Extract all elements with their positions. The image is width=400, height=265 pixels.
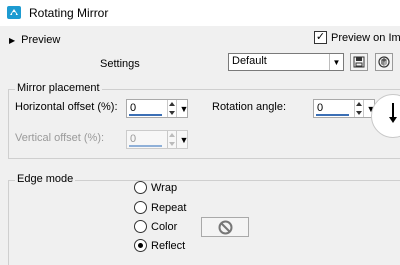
horizontal-offset-value: 0 [130,102,137,114]
chevron-down-icon[interactable]: ▼ [179,131,189,148]
value-slider-bar[interactable] [316,114,349,116]
expand-triangle-icon: ▶ [9,35,16,45]
radio-circle[interactable] [134,201,147,214]
paint-shop-pro-icon [7,6,21,19]
horizontal-offset-label: Horizontal offset (%): [15,101,118,113]
arrow-down-icon [389,117,397,123]
save-preset-button[interactable] [350,53,368,71]
mirror-placement-title: Mirror placement [15,82,102,94]
edge-mode-reflect-radio[interactable]: Reflect [134,239,185,252]
checkbox-box[interactable]: ✓ [314,31,327,44]
chevron-down-icon[interactable]: ▼ [329,54,343,70]
edge-mode-title: Edge mode [15,173,76,185]
spin-arrows[interactable] [167,131,177,148]
edge-mode-color-label: Color [151,220,178,233]
edge-mode-color-radio[interactable]: Color [134,220,177,233]
preset-dropdown[interactable]: Default ▼ [228,53,344,71]
value-slider-bar[interactable] [129,145,162,147]
window-title: Rotating Mirror [29,6,109,20]
save-icon [353,56,365,68]
preview-on-image-label: Preview on Ima [331,31,400,44]
reset-preset-icon [378,56,390,68]
value-slider-bar[interactable] [129,114,162,116]
chevron-down-icon[interactable]: ▼ [179,100,189,117]
rotation-angle-label: Rotation angle: [212,101,286,113]
radio-circle[interactable] [134,181,147,194]
edge-mode-reflect-label: Reflect [151,239,186,252]
radio-circle[interactable] [134,220,147,233]
edge-mode-wrap-radio[interactable]: Wrap [134,181,177,194]
preset-dropdown-value: Default [232,55,267,67]
radio-circle[interactable] [134,239,147,252]
vertical-offset-label: Vertical offset (%): [15,132,105,144]
vertical-offset-stepper[interactable]: 0 ▼ [126,130,188,149]
spin-arrows[interactable] [354,100,364,117]
no-color-icon [218,220,233,235]
edge-mode-wrap-label: Wrap [151,181,178,194]
spin-arrows[interactable] [167,100,177,117]
settings-label: Settings [100,58,140,70]
edge-mode-repeat-label: Repeat [151,201,187,214]
horizontal-offset-stepper[interactable]: 0 ▼ [126,99,188,118]
edge-color-swatch[interactable] [201,217,249,237]
title-bar: Rotating Mirror [0,0,400,26]
reset-preset-button[interactable] [375,53,393,71]
preview-toggle[interactable]: ▶ Preview [9,33,60,47]
vertical-offset-value: 0 [130,133,137,145]
preview-toggle-label: Preview [21,34,61,46]
edge-mode-repeat-radio[interactable]: Repeat [134,201,186,214]
rotation-angle-stepper[interactable]: 0 ▼ [313,99,375,118]
preview-on-image-checkbox[interactable]: ✓ Preview on Ima [314,31,400,44]
rotation-angle-value: 0 [317,102,324,114]
